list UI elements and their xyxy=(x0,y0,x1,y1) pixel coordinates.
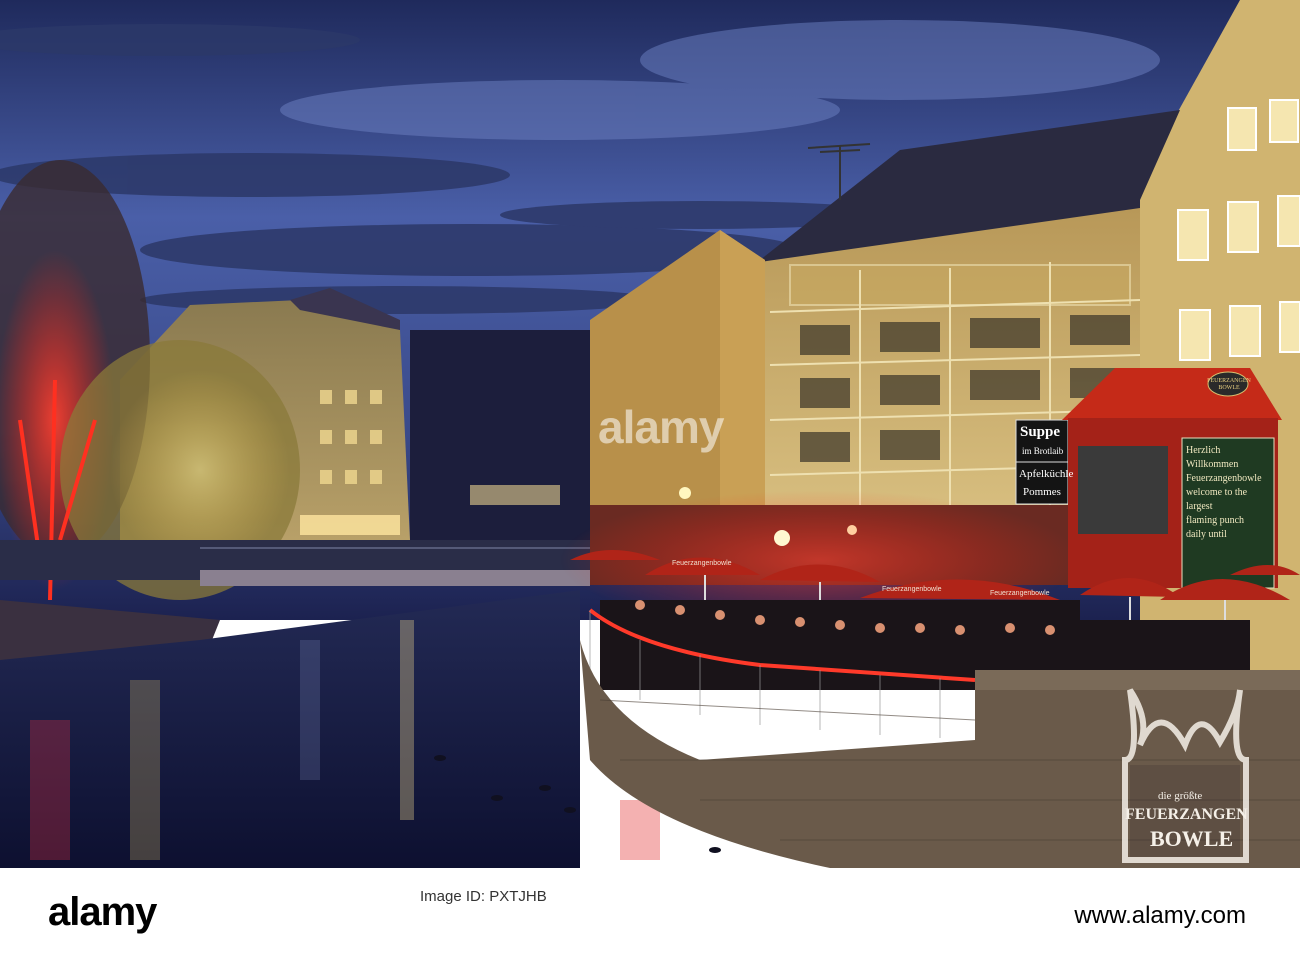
umbrella-label: Feuerzangenbowle xyxy=(990,590,1050,597)
sign-suppe-sub: im Brotlaib xyxy=(1022,446,1064,456)
projection-line-2: FEUERZANGEN xyxy=(1125,806,1248,823)
board-line: daily until xyxy=(1186,529,1227,540)
image-id-label: Image ID: PXTJHB xyxy=(420,888,547,905)
sign-pommes: Pommes xyxy=(1023,486,1061,498)
projection-line-3: BOWLE xyxy=(1150,826,1234,851)
booth-top-label: FEUERZANGEN BOWLE xyxy=(1207,378,1251,391)
photograph: Suppe im Brotlaib Apfelküchle Pommes FEU… xyxy=(0,0,1300,868)
footer-url[interactable]: www.alamy.com xyxy=(1074,902,1246,930)
umbrella-label: Feuerzangenbowle xyxy=(672,560,732,567)
sign-apfelkuechle: Apfelküchle xyxy=(1019,468,1074,480)
board-line: flaming punch xyxy=(1186,515,1245,526)
board-line: Herzlich Willkommen xyxy=(1186,445,1239,470)
watermark-logo: alamy xyxy=(598,401,724,453)
footer-strip: alamy Image ID: PXTJHB www.alamy.com xyxy=(0,868,1300,956)
projection-line-1: die größte xyxy=(1158,790,1203,802)
footer-logo: alamy xyxy=(48,890,157,934)
umbrella-label: Feuerzangenbowle xyxy=(882,586,942,593)
board-line: Feuerzangenbowle xyxy=(1186,473,1262,484)
board-line: welcome to the largest xyxy=(1186,487,1248,512)
booth-board: Herzlich Willkommen Feuerzangenbowle wel… xyxy=(1186,444,1274,542)
sign-suppe: Suppe xyxy=(1020,424,1061,440)
